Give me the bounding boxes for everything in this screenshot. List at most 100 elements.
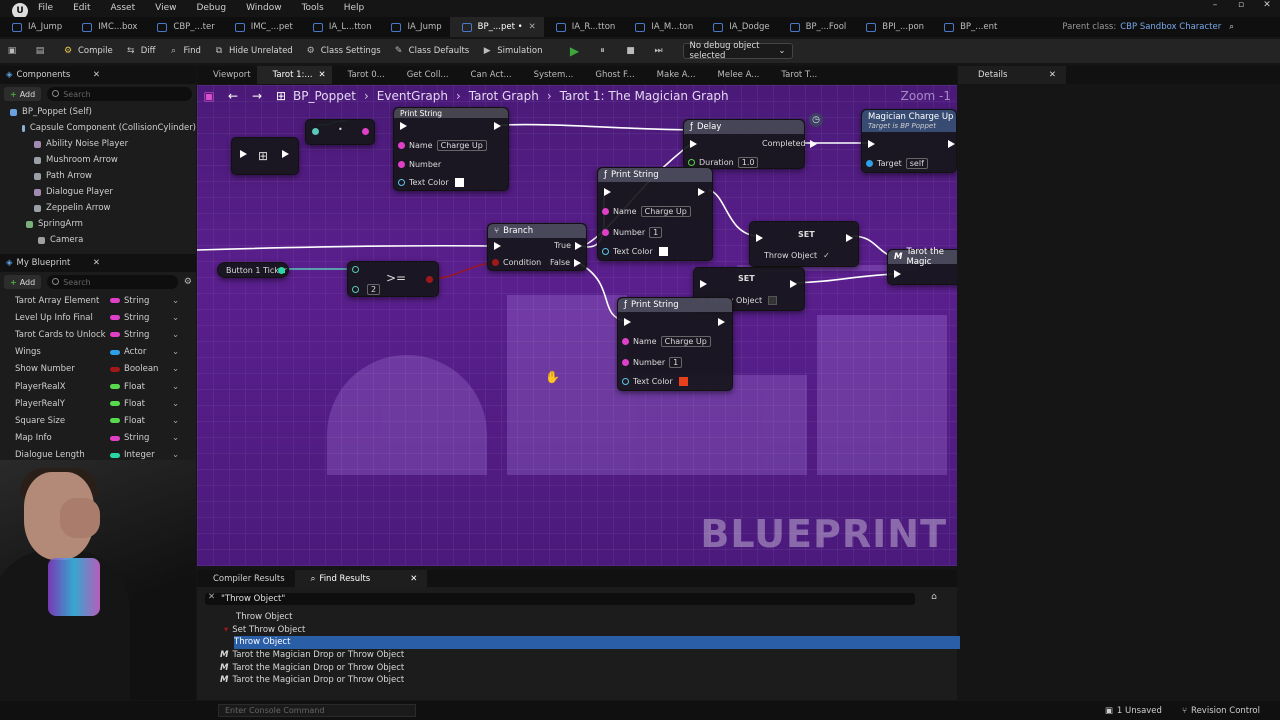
variable-row[interactable]: Map Info String ⌄	[0, 430, 196, 447]
exec-out-pin[interactable]	[718, 318, 725, 326]
simulation-button[interactable]: ▶ Simulation	[475, 39, 548, 63]
variable-row[interactable]: PlayerRealY Float ⌄	[0, 395, 196, 412]
parent-class-link[interactable]: CBP Sandbox Character	[1120, 22, 1221, 32]
input-a-pin[interactable]	[352, 266, 363, 273]
compile-button[interactable]: ⚙ Compile	[56, 39, 119, 63]
tab-compiler-results[interactable]: Compiler Results	[197, 570, 295, 587]
find-result-row[interactable]: Throw Object	[236, 611, 962, 624]
browse-button[interactable]: ▤	[28, 39, 56, 63]
add-member-button[interactable]: + Add	[4, 275, 42, 289]
exec-in-pin[interactable]	[756, 234, 763, 242]
variable-row[interactable]: Wings Actor ⌄	[0, 344, 196, 361]
menu-file[interactable]: File	[38, 3, 53, 13]
close-tab-icon[interactable]: ✕	[319, 70, 326, 80]
asset-tab[interactable]: IA_R...tton	[544, 17, 624, 37]
chevron-down-icon[interactable]: ⌄	[172, 416, 179, 426]
forward-arrow-icon[interactable]: →	[245, 89, 269, 103]
exec-in-pin[interactable]	[868, 140, 875, 148]
asset-tab[interactable]: BP_...ent	[932, 17, 1005, 37]
asset-tab[interactable]: IMC...box	[70, 17, 145, 37]
color-swatch[interactable]	[658, 247, 668, 256]
number-pin[interactable]: Number	[398, 160, 441, 169]
find-input[interactable]: ✕ "Throw Object"	[205, 592, 915, 605]
tab-make[interactable]: Make A...	[641, 66, 702, 84]
number-pin[interactable]: Number 1	[622, 357, 683, 368]
chevron-down-icon[interactable]: ⌄	[172, 296, 179, 306]
find-result-row[interactable]: ▾ Set Throw Object	[224, 624, 950, 637]
chevron-down-icon[interactable]: ⌄	[172, 433, 179, 443]
exec-in-pin[interactable]	[604, 188, 611, 196]
throw-object-pin[interactable]: Throw Object ✓	[764, 251, 830, 260]
maximize-icon[interactable]: ▫	[1228, 0, 1254, 16]
close-icon[interactable]: ✕	[1254, 0, 1280, 16]
condition-pin[interactable]: Condition	[492, 258, 541, 267]
exec-out-pin[interactable]	[790, 280, 797, 288]
tab-viewport[interactable]: Viewport	[197, 66, 257, 84]
close-tab-icon[interactable]: ✕	[529, 22, 536, 32]
debug-object-select[interactable]: No debug object selected ⌄	[682, 41, 793, 61]
number-pin[interactable]: Number 1	[602, 227, 663, 238]
tab-tarot-1[interactable]: Tarot 1:... ✕	[256, 66, 332, 84]
menu-debug[interactable]: Debug	[196, 3, 226, 13]
expand-icon[interactable]: ▾	[224, 625, 228, 635]
components-search-input[interactable]: Search	[47, 87, 192, 101]
greater-equal-node[interactable]: 2 >=	[347, 261, 439, 297]
tab-find-results[interactable]: ⌕ Find Results ✕	[294, 570, 428, 587]
menu-help[interactable]: Help	[344, 3, 365, 13]
minimize-icon[interactable]: –	[1202, 0, 1228, 16]
exec-in-pin[interactable]	[894, 270, 901, 278]
find-result-row[interactable]: M Tarot the Magician Drop or Throw Object	[220, 674, 946, 687]
exec-out-pin[interactable]	[948, 140, 955, 148]
console-input[interactable]: Enter Console Command	[218, 704, 416, 717]
breadcrumb-item[interactable]: Tarot Graph	[469, 89, 539, 103]
number-value[interactable]: 1	[649, 227, 663, 238]
tab-details[interactable]: Details ✕	[958, 66, 1066, 84]
exec-pin[interactable]	[282, 150, 289, 158]
variable-row[interactable]: Show Number Boolean ⌄	[0, 361, 196, 378]
clear-search-icon[interactable]: ✕	[208, 592, 215, 602]
duration-value[interactable]: 1.0	[737, 157, 759, 168]
class-defaults-button[interactable]: ✎ Class Defaults	[387, 39, 476, 63]
data-pin[interactable]	[312, 128, 323, 135]
menu-view[interactable]: View	[155, 3, 176, 13]
chevron-down-icon[interactable]: ⌄	[172, 313, 179, 323]
data-pin[interactable]	[362, 128, 373, 135]
breadcrumb-item[interactable]: EventGraph	[377, 89, 448, 103]
tree-item[interactable]: Capsule Component (CollisionCylinder)	[0, 120, 196, 136]
unsaved-count[interactable]: 1 Unsaved	[1117, 706, 1162, 716]
tab-get-coll[interactable]: Get Coll...	[391, 66, 455, 84]
chevron-down-icon[interactable]: ⌄	[172, 347, 179, 357]
gear-icon[interactable]: ⚙	[184, 277, 192, 287]
chevron-down-icon[interactable]: ⌄	[172, 330, 179, 340]
name-pin[interactable]: Name Charge Up	[602, 206, 691, 217]
tree-item[interactable]: BP_Poppet (Self)	[0, 104, 196, 120]
compare-value[interactable]: 2	[367, 284, 381, 295]
find-result-row[interactable]: M Tarot the Magician Drop or Throw Object	[220, 661, 946, 674]
text-color-pin[interactable]: Text Color	[602, 247, 668, 256]
exec-pin[interactable]	[240, 150, 247, 158]
my-blueprint-search-input[interactable]: Search	[47, 275, 178, 289]
magician-charge-up-node[interactable]: Magician Charge Up Target is BP Poppet Ta…	[861, 109, 957, 173]
color-swatch[interactable]	[678, 377, 688, 386]
close-icon[interactable]: ✕	[93, 258, 100, 268]
menu-tools[interactable]: Tools	[302, 3, 324, 13]
delay-node[interactable]: ƒ Delay Completed Duration 1.0	[683, 119, 817, 169]
branch-node[interactable]: ⑂ Branch True Condition False	[487, 223, 587, 271]
search-icon[interactable]: ⌕	[1229, 22, 1234, 32]
name-pin[interactable]: Name Charge Up	[398, 140, 487, 151]
button-1-ticker-getter[interactable]: Button 1 Ticker	[217, 262, 289, 278]
color-swatch[interactable]	[454, 178, 464, 187]
close-tab-icon[interactable]: ✕	[410, 574, 417, 584]
tree-item[interactable]: Mushroom Arrow	[0, 152, 196, 168]
close-icon[interactable]: ✕	[1049, 70, 1056, 80]
checkbox-checked-icon[interactable]: ✓	[823, 251, 830, 260]
input-b-pin[interactable]: 2	[352, 284, 381, 295]
chevron-down-icon[interactable]: ⌄	[172, 399, 179, 409]
set-throw-object-node[interactable]: SET Throw Object ✓	[749, 221, 859, 267]
switch-node[interactable]: •	[305, 119, 375, 145]
find-in-all-blueprints-button[interactable]: ⌂	[925, 592, 943, 606]
class-settings-button[interactable]: ⚙ Class Settings	[299, 39, 387, 63]
find-button[interactable]: ⌕ Find	[162, 39, 207, 63]
target-pin[interactable]: Target self	[866, 158, 928, 169]
variable-row[interactable]: Tarot Array Element String ⌄	[0, 292, 196, 309]
